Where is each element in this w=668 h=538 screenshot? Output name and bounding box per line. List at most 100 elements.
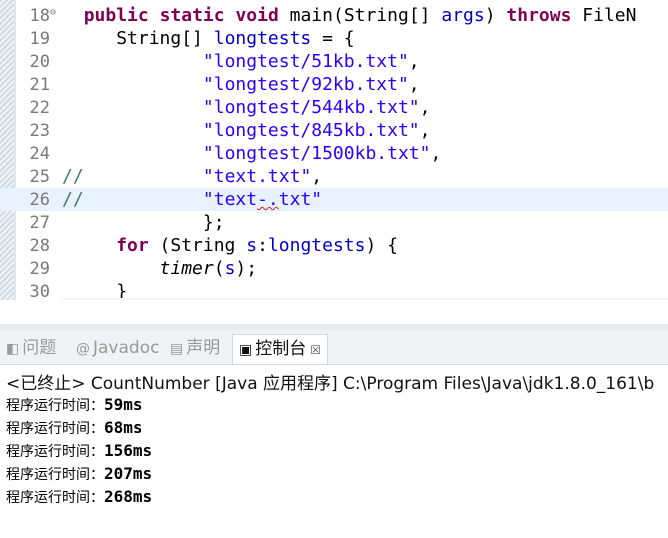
- code-token: s: [246, 235, 258, 256]
- runtime-value: 156ms: [104, 441, 153, 460]
- code-token: void: [235, 5, 279, 26]
- runtime-label: 程序运行时间：: [6, 444, 104, 460]
- tab-problems[interactable]: ◧ 问题: [6, 334, 56, 363]
- code-token: -.: [257, 189, 279, 210]
- code-token: //: [62, 166, 84, 187]
- code-text: // "text.txt",: [62, 167, 322, 187]
- line-number: 25: [29, 167, 50, 187]
- code-token: };: [202, 212, 225, 233]
- code-text: };: [62, 213, 225, 233]
- code-line[interactable]: 23 "longtest/845kb.txt",: [0, 119, 668, 142]
- code-line[interactable]: 18 ⊖ public static void main(String[] arg…: [0, 4, 668, 27]
- code-token: (String: [148, 235, 247, 256]
- close-icon[interactable]: ☒: [310, 343, 321, 357]
- console-output[interactable]: <已终止> CountNumber [Java 应用程序] C:\Program…: [0, 365, 668, 538]
- problems-icon: ◧: [6, 341, 20, 357]
- code-line[interactable]: 28 for (String s:longtests) {: [0, 234, 668, 257]
- javadoc-icon: @: [76, 341, 90, 357]
- console-result-line: 程序运行时间：207ms: [6, 464, 152, 484]
- code-token: = {: [311, 28, 355, 49]
- code-text: "longtest/92kb.txt",: [62, 75, 420, 95]
- bottom-panel-tabbar: ◧ 问题 @ Javadoc ▤ 声明 ▣ 控制台 ☒: [0, 330, 668, 365]
- code-token: "longtest/544kb.txt": [202, 97, 420, 118]
- code-token: longtests: [213, 28, 312, 49]
- line-number: 29: [29, 259, 50, 279]
- tab-label: 控制台: [255, 339, 307, 359]
- code-token: throws: [506, 5, 572, 26]
- horizontal-scrollbar[interactable]: <: [62, 298, 668, 300]
- tab-javadoc[interactable]: @ Javadoc: [76, 334, 159, 363]
- code-token: "longtest/845kb.txt": [202, 120, 420, 141]
- code-token: ): [484, 5, 507, 26]
- code-token: ,: [419, 120, 431, 141]
- code-token: args: [441, 5, 485, 26]
- code-token: ,: [408, 51, 420, 72]
- code-line[interactable]: 21 "longtest/92kb.txt",: [0, 73, 668, 96]
- code-token: longtests: [267, 235, 366, 256]
- code-editor[interactable]: 18 ⊖ public static void main(String[] arg…: [0, 0, 668, 300]
- code-text: public static void main(String[] args) t…: [62, 5, 637, 26]
- code-token: main(String[]: [278, 5, 442, 26]
- code-line[interactable]: 20 "longtest/51kb.txt",: [0, 50, 668, 73]
- code-token: txt": [278, 189, 323, 210]
- code-token: s: [224, 258, 236, 279]
- code-token: "longtest/51kb.txt": [202, 51, 409, 72]
- runtime-value: 68ms: [104, 418, 143, 437]
- console-result-line: 程序运行时间：268ms: [6, 487, 152, 507]
- code-token: (: [213, 258, 225, 279]
- code-token: ) {: [365, 235, 398, 256]
- code-line[interactable]: 19 String[] longtests = {: [0, 27, 668, 50]
- line-number: 21: [29, 75, 50, 95]
- console-terminated-line: <已终止> CountNumber [Java 应用程序] C:\Program…: [6, 374, 655, 394]
- console-result-line: 程序运行时间：59ms: [6, 395, 143, 415]
- code-text: "longtest/1500kb.txt",: [62, 144, 441, 164]
- code-line[interactable]: 25 // "text.txt",: [0, 165, 668, 188]
- code-text: "longtest/544kb.txt",: [62, 97, 431, 118]
- code-token: ,: [311, 166, 323, 187]
- code-text: for (String s:longtests) {: [62, 236, 398, 256]
- fold-toggle-icon[interactable]: ⊖: [50, 7, 56, 18]
- code-line[interactable]: 22 "longtest/544kb.txt",: [0, 96, 668, 119]
- code-token: FileN: [571, 5, 637, 26]
- tab-label: 声明: [186, 338, 221, 358]
- code-token: ,: [430, 143, 442, 164]
- runtime-label: 程序运行时间：: [6, 421, 104, 437]
- code-token: for: [116, 235, 149, 256]
- runtime-label: 程序运行时间：: [6, 490, 104, 506]
- code-token: );: [235, 258, 258, 279]
- code-token: static: [159, 5, 225, 26]
- console-result-line: 程序运行时间：68ms: [6, 418, 143, 438]
- code-line[interactable]: 26 // "text-.txt": [0, 188, 668, 211]
- code-line[interactable]: 27 };: [0, 211, 668, 234]
- line-number: 26: [29, 190, 50, 210]
- line-number: 22: [29, 98, 50, 118]
- runtime-value: 207ms: [104, 464, 153, 483]
- runtime-value: 59ms: [104, 395, 143, 414]
- code-line[interactable]: 29 timer(s);: [0, 257, 668, 280]
- code-token: String[]: [116, 28, 214, 49]
- line-number: 23: [29, 121, 50, 141]
- code-token: public: [83, 5, 149, 26]
- code-text: "longtest/51kb.txt",: [62, 52, 420, 72]
- code-token: //: [62, 189, 84, 210]
- code-text: "longtest/845kb.txt",: [62, 120, 431, 141]
- console-icon: ▣: [239, 342, 253, 358]
- runtime-label: 程序运行时间：: [6, 467, 104, 483]
- line-number: 19: [29, 29, 50, 49]
- code-token: ,: [408, 74, 420, 95]
- runtime-value: 268ms: [104, 487, 153, 506]
- code-line[interactable]: 30 }: [0, 280, 668, 301]
- line-number: 30: [29, 282, 50, 300]
- code-line[interactable]: 24 "longtest/1500kb.txt",: [0, 142, 668, 165]
- code-text: // "text-.txt": [62, 190, 322, 210]
- declaration-icon: ▤: [170, 341, 184, 357]
- tab-console[interactable]: ▣ 控制台 ☒: [232, 334, 328, 364]
- tab-label: Javadoc: [93, 338, 160, 358]
- tab-declaration[interactable]: ▤ 声明: [170, 334, 220, 363]
- code-token: timer: [159, 258, 214, 279]
- code-text: String[] longtests = {: [62, 28, 355, 49]
- console-result-line: 程序运行时间：156ms: [6, 441, 152, 461]
